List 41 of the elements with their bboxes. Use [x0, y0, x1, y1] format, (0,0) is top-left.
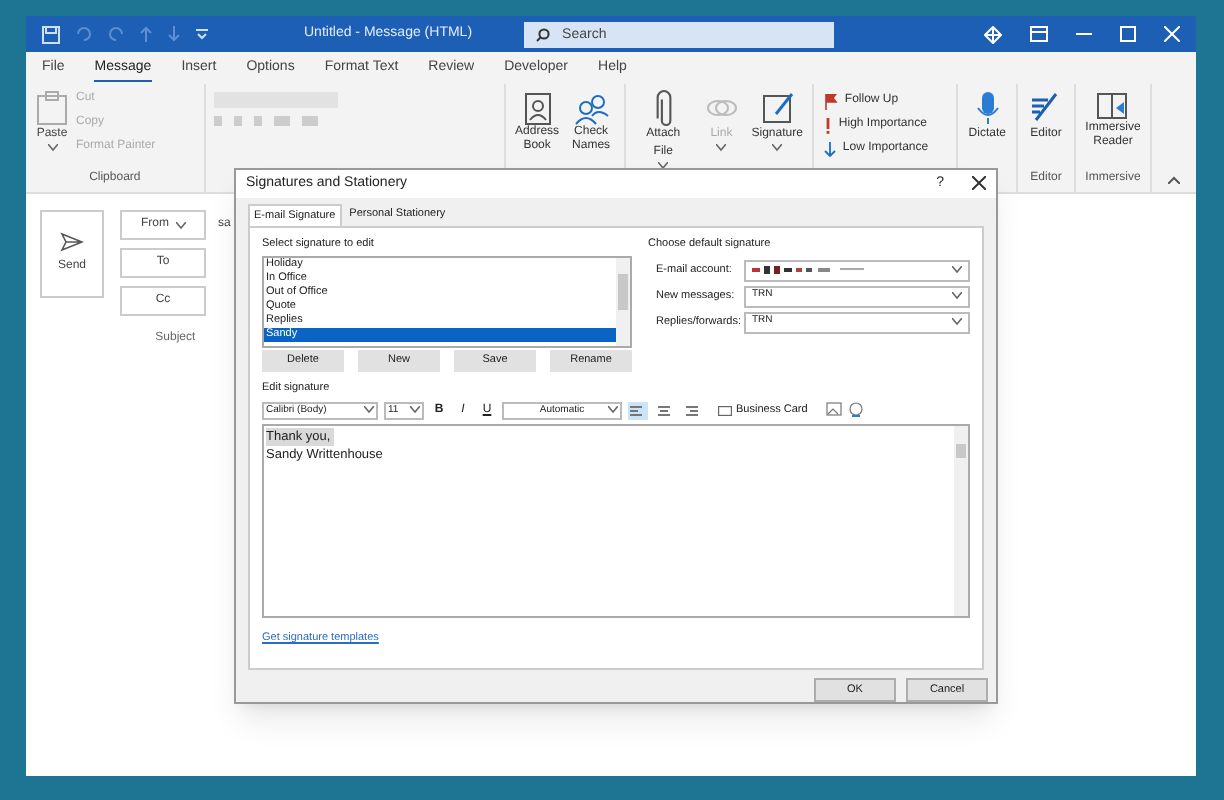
scrollbar[interactable]: [616, 258, 630, 347]
align-button[interactable]: [628, 401, 648, 420]
scrollbar[interactable]: [954, 426, 968, 617]
align-button[interactable]: [654, 401, 674, 420]
caret-icon: [410, 406, 420, 415]
caret-icon: [952, 266, 962, 275]
dropdown-field[interactable]: [744, 259, 970, 282]
ribbon-display-icon[interactable]: [1030, 26, 1048, 42]
align-button[interactable]: [680, 401, 700, 420]
caret-icon: [952, 318, 962, 327]
caret-icon: [47, 144, 57, 152]
collapse-ribbon-icon[interactable]: [1167, 176, 1180, 184]
caret-icon: [716, 144, 727, 152]
people-icon: [573, 90, 610, 126]
caret-icon: [658, 162, 669, 170]
editor-pen-icon[interactable]: [1029, 90, 1062, 126]
paperclip-icon: [655, 90, 672, 126]
clipboard-icon[interactable]: [36, 90, 68, 126]
diamond-icon[interactable]: [984, 25, 1002, 43]
caret-icon: [608, 406, 618, 415]
business-card-icon: [718, 405, 732, 416]
save-icon[interactable]: [42, 25, 60, 43]
hyperlink-icon[interactable]: [847, 402, 864, 419]
close-icon[interactable]: [972, 176, 986, 191]
book-icon: [519, 90, 556, 126]
search-icon: [536, 27, 551, 41]
caret-icon: [952, 292, 962, 301]
book-reader-icon[interactable]: [1096, 90, 1129, 122]
down-arrow-icon: [824, 141, 837, 157]
caret-icon: [772, 144, 783, 152]
flag-icon: [824, 93, 839, 109]
caret-icon: [175, 221, 185, 229]
microphone-icon[interactable]: [975, 90, 1000, 126]
send-icon: [60, 232, 84, 252]
customize-icon[interactable]: [196, 28, 208, 40]
exclamation-icon: [824, 117, 833, 133]
minimize-icon[interactable]: [1076, 32, 1092, 36]
signature-pen-icon: [759, 90, 796, 126]
maximize-icon[interactable]: [1120, 26, 1136, 42]
caret-icon: [364, 406, 374, 415]
picture-icon[interactable]: [825, 402, 842, 419]
